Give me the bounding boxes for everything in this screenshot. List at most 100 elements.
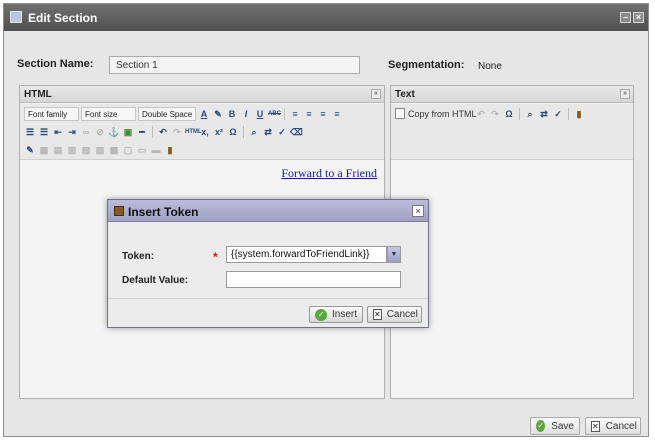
toolbar-divider — [243, 126, 244, 138]
token-input[interactable] — [226, 246, 387, 263]
strikethrough-icon[interactable]: ABC — [268, 108, 281, 120]
table-row-icon[interactable]: ▤ — [52, 144, 64, 156]
copy-from-html-button[interactable]: Copy from HTML — [395, 108, 477, 119]
text-editor-toolbar: Copy from HTML ↶ ↷ Ω ⌕ ⇄ ✓ ▮ — [391, 104, 633, 160]
split-cells-icon[interactable]: ▨ — [94, 144, 106, 156]
cell-props-icon[interactable]: ▢ — [122, 144, 134, 156]
toolbar-divider — [519, 108, 520, 120]
text-pane-title: Text — [395, 89, 415, 100]
insert-label: Insert — [331, 309, 357, 320]
section-name-label: Section Name: — [17, 58, 94, 70]
align-left-icon[interactable]: ≡ — [289, 108, 301, 120]
insert-token-dialog: Insert Token × Token: * ▼ Default Value:… — [107, 199, 429, 328]
segmentation-value[interactable]: None — [478, 61, 502, 72]
window-icon — [10, 11, 22, 23]
table-icon[interactable]: ▦ — [38, 144, 50, 156]
default-value-label: Default Value: — [122, 275, 189, 286]
insert-button[interactable]: ✓ Insert — [309, 306, 363, 323]
find-icon[interactable]: ⌕ — [524, 108, 536, 120]
replace-icon[interactable]: ⇄ — [538, 108, 550, 120]
horizontal-rule-icon[interactable]: ━ — [136, 126, 148, 138]
special-char-icon[interactable]: Ω — [227, 126, 239, 138]
redo-icon[interactable]: ↷ — [489, 108, 501, 120]
cancel-button[interactable]: ✕ Cancel — [585, 417, 641, 435]
cancel-label: Cancel — [605, 420, 637, 432]
justify-icon[interactable]: ≡ — [331, 108, 343, 120]
italic-icon[interactable]: I — [240, 108, 252, 120]
link-icon[interactable]: ∞ — [80, 126, 92, 138]
spellcheck-icon[interactable]: ✓ — [552, 108, 564, 120]
dropdown-arrow-icon[interactable]: ▼ — [387, 246, 401, 263]
html-editor-toolbar: Font family Font size Double Space A ✎ B… — [20, 104, 384, 160]
unlink-icon[interactable]: ⊘ — [94, 126, 106, 138]
window-title: Edit Section — [28, 11, 98, 25]
collapse-html-button[interactable]: « — [371, 89, 381, 99]
edit-css-icon[interactable]: ✎ — [24, 144, 36, 156]
toolbar-divider — [284, 108, 285, 120]
merge-cells-icon[interactable]: ▧ — [80, 144, 92, 156]
align-center-icon[interactable]: ≡ — [303, 108, 315, 120]
delete-row-icon[interactable]: ▬ — [150, 144, 162, 156]
replace-icon[interactable]: ⇄ — [262, 126, 274, 138]
underline-icon[interactable]: U — [254, 108, 266, 120]
bold-icon[interactable]: B — [226, 108, 238, 120]
save-button[interactable]: ✓ Save — [530, 417, 580, 435]
toolbar-divider — [152, 126, 153, 138]
highlight-color-icon[interactable]: ✎ — [212, 108, 224, 120]
text-pane-header: Text » — [391, 86, 633, 103]
table-col-icon[interactable]: ▥ — [66, 144, 78, 156]
copy-from-html-label: Copy from HTML — [408, 108, 477, 119]
html-pane-header: HTML « — [20, 86, 384, 103]
dialog-cancel-label: Cancel — [386, 309, 418, 320]
toolbar-divider — [568, 108, 569, 120]
text-color-icon[interactable]: A — [198, 108, 210, 120]
undo-icon[interactable]: ↶ — [157, 126, 169, 138]
copy-icon — [395, 108, 405, 119]
default-value-input[interactable] — [226, 271, 401, 288]
indent-icon[interactable]: ⇥ — [66, 126, 78, 138]
redo-icon[interactable]: ↷ — [171, 126, 183, 138]
html-source-icon[interactable]: HTML — [185, 126, 202, 138]
spacing-select[interactable]: Double Space — [138, 107, 196, 121]
html-pane-title: HTML — [24, 89, 52, 100]
window-titlebar[interactable]: Edit Section – × — [4, 4, 648, 31]
find-icon[interactable]: ⌕ — [248, 126, 260, 138]
collapse-text-button[interactable]: » — [620, 89, 630, 99]
dialog-cancel-button[interactable]: ✕ Cancel — [367, 306, 422, 323]
dialog-title: Insert Token — [128, 205, 199, 219]
forward-to-friend-link[interactable]: Forward to a Friend — [281, 166, 377, 181]
row-props-icon[interactable]: ▭ — [136, 144, 148, 156]
dialog-divider — [108, 298, 428, 299]
clean-format-icon[interactable]: ⌫ — [290, 126, 303, 138]
save-label: Save — [551, 420, 574, 432]
cancel-x-icon: ✕ — [373, 309, 382, 320]
numbered-list-icon[interactable]: ☰ — [38, 126, 50, 138]
image-icon[interactable]: ▣ — [122, 126, 134, 138]
check-icon: ✓ — [315, 308, 327, 321]
superscript-icon[interactable]: x² — [213, 126, 225, 138]
undo-icon[interactable]: ↶ — [475, 108, 487, 120]
token-icon — [114, 206, 124, 216]
cancel-x-icon: ✕ — [591, 420, 600, 432]
special-char-icon[interactable]: Ω — [503, 108, 515, 120]
delete-table-icon[interactable]: ▩ — [108, 144, 120, 156]
dialog-close-button[interactable]: × — [412, 205, 424, 217]
dialog-titlebar[interactable]: Insert Token × — [108, 200, 428, 222]
bullet-list-icon[interactable]: ☰ — [24, 126, 36, 138]
font-family-select[interactable]: Font family — [24, 107, 79, 121]
close-window-button[interactable]: × — [633, 12, 644, 23]
segmentation-label: Segmentation: — [388, 59, 465, 71]
anchor-icon[interactable]: ⚓ — [108, 126, 120, 138]
minimize-button[interactable]: – — [620, 12, 631, 23]
insert-token-icon[interactable]: ▮ — [164, 144, 176, 156]
insert-token-icon[interactable]: ▮ — [573, 108, 585, 120]
outdent-icon[interactable]: ⇤ — [52, 126, 64, 138]
subscript-icon[interactable]: x, — [199, 126, 211, 138]
check-icon: ✓ — [536, 420, 546, 432]
align-right-icon[interactable]: ≡ — [317, 108, 329, 120]
required-indicator: * — [213, 250, 218, 264]
spellcheck-icon[interactable]: ✓ — [276, 126, 288, 138]
token-label: Token: — [122, 251, 155, 262]
font-size-select[interactable]: Font size — [81, 107, 136, 121]
section-name-input[interactable] — [109, 56, 360, 74]
